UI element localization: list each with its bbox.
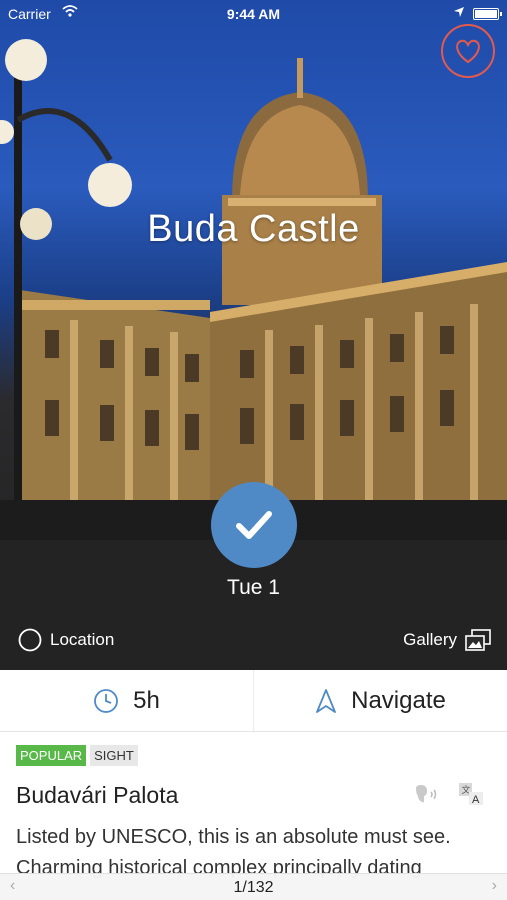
pager-bar: ‹ 1/132 › (0, 873, 507, 900)
hero-image: Carrier 9:44 AM Buda Castle Tue 1 Locati… (0, 0, 507, 670)
tag-popular: POPULAR (16, 745, 87, 766)
date-label: Tue 1 (227, 576, 280, 599)
place-local-name: Budavári Palota (16, 782, 179, 808)
navigate-button[interactable]: Navigate (253, 670, 507, 731)
location-arrow-icon (453, 5, 465, 21)
heart-icon (456, 39, 480, 64)
chevron-right-icon[interactable]: › (492, 877, 497, 895)
clock-time: 9:44 AM (226, 6, 281, 22)
duration-label: 5h (133, 686, 160, 714)
visited-check-button[interactable] (211, 482, 297, 568)
speaker-audio-icon[interactable] (412, 784, 442, 811)
navigate-label: Navigate (351, 686, 446, 714)
castle-photo (0, 39, 507, 670)
gallery-link[interactable]: Gallery (403, 626, 491, 654)
location-label: Location (50, 630, 115, 649)
page-counter: 1/132 (233, 879, 274, 896)
clock-icon (94, 688, 119, 713)
tag-list: POPULAR SIGHT (16, 745, 138, 766)
checkmark-icon (236, 511, 272, 539)
gallery-label: Gallery (403, 630, 457, 649)
info-bar: 5h Navigate (0, 670, 507, 732)
gallery-icon (465, 629, 491, 651)
battery-icon (473, 8, 502, 20)
favorite-button[interactable] (441, 24, 495, 78)
status-bar: Carrier 9:44 AM (0, 0, 507, 28)
place-title: Buda Castle (147, 208, 360, 250)
location-link[interactable]: Location (18, 626, 114, 654)
compass-icon (18, 628, 42, 652)
svg-text:A: A (472, 794, 480, 806)
duration-display: 5h (0, 670, 253, 731)
translate-icon[interactable]: 文 A (458, 782, 484, 811)
tag-sight: SIGHT (90, 745, 138, 766)
navigate-arrow-icon (316, 688, 337, 713)
